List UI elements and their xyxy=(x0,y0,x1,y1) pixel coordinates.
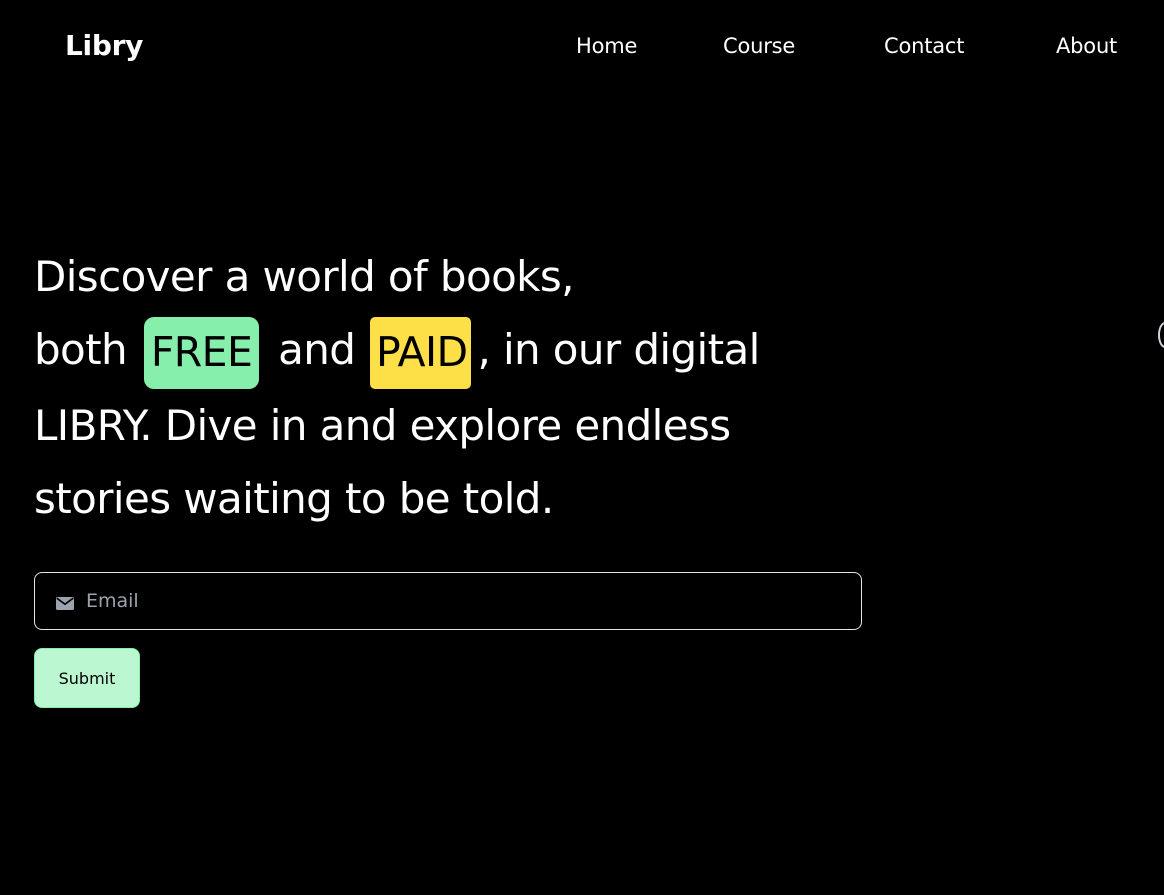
nav-link-course[interactable]: Course xyxy=(723,32,795,60)
hero-line-2-prefix: both xyxy=(34,325,128,374)
submit-button[interactable]: Submit xyxy=(34,648,140,708)
nav-link-about[interactable]: About xyxy=(1056,32,1117,60)
hero-section: Discover a world of books, both FREE and … xyxy=(34,240,854,535)
hero-line-3: LIBRY. Dive in and explore endless xyxy=(34,400,731,450)
envelope-icon xyxy=(56,595,74,610)
free-badge: FREE xyxy=(143,316,260,389)
paid-badge: PAID xyxy=(370,316,472,389)
hero-line-2-middle: and xyxy=(278,325,356,374)
hero-headline: Discover a world of books, both FREE and … xyxy=(34,240,854,535)
brand-logo[interactable]: Libry xyxy=(65,28,143,64)
navbar: Libry Home Course Contact About xyxy=(0,0,1164,92)
nav-link-home[interactable]: Home xyxy=(576,32,637,60)
hero-line-4: stories waiting to be told. xyxy=(34,473,554,523)
email-input[interactable] xyxy=(86,581,826,621)
email-field[interactable] xyxy=(34,572,862,630)
hero-line-1: Discover a world of books, xyxy=(34,252,575,301)
hero-line-2-suffix: , in our digital xyxy=(477,325,760,374)
nav-link-contact[interactable]: Contact xyxy=(884,32,965,60)
edge-partial-icon xyxy=(1158,322,1164,348)
